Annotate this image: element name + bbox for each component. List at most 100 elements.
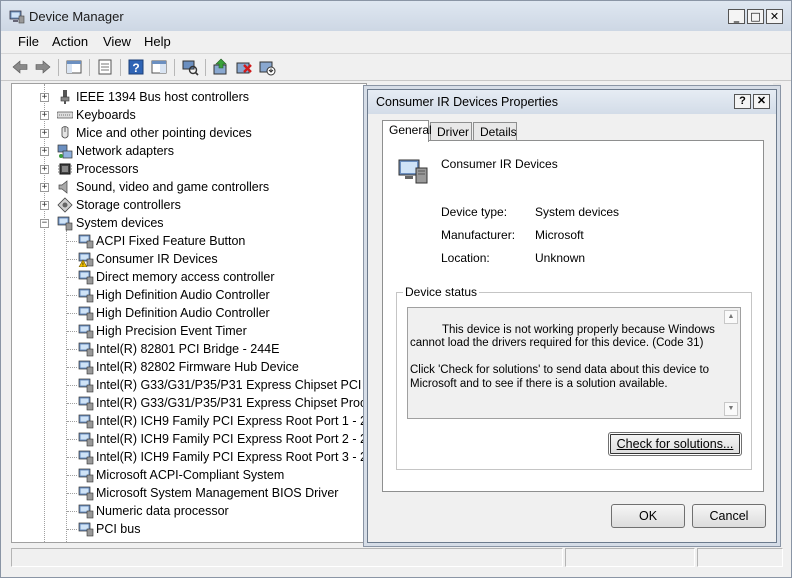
- tree-guide-line: [67, 367, 77, 368]
- tree-device-item[interactable]: Intel(R) 82801 PCI Bridge - 244E: [12, 340, 366, 358]
- device-status-text[interactable]: This device is not working properly beca…: [407, 307, 741, 419]
- tree-device-item[interactable]: Numeric data processor: [12, 502, 366, 520]
- maximize-button[interactable]: □: [747, 9, 764, 24]
- tree-guide-line: [67, 403, 77, 404]
- tree-category-label: Mice and other pointing devices: [76, 126, 252, 140]
- expand-icon[interactable]: +: [40, 183, 49, 192]
- tree-device-item[interactable]: Microsoft ACPI-Compliant System: [12, 466, 366, 484]
- tree-category-system-devices[interactable]: − System devices: [12, 214, 366, 232]
- scroll-down-icon[interactable]: ▼: [724, 402, 738, 416]
- tree-device-item[interactable]: Direct memory access controller: [12, 268, 366, 286]
- tree-device-item[interactable]: High Precision Event Timer: [12, 322, 366, 340]
- warning-device-icon: !: [78, 252, 94, 267]
- svg-text:?: ?: [132, 61, 139, 75]
- tree-device-label: High Precision Event Timer: [96, 324, 247, 338]
- expand-icon[interactable]: +: [40, 201, 49, 210]
- device-tree[interactable]: + IEEE 1394 Bus host controllers + Keybo…: [11, 83, 367, 543]
- dialog-help-button[interactable]: ?: [734, 94, 751, 109]
- tree-device-label: PCI bus: [96, 522, 141, 536]
- tree-device-item[interactable]: High Definition Audio Controller: [12, 286, 366, 304]
- device-manager-window: Device Manager _ □ ✕ File Action View He…: [0, 0, 792, 578]
- dialog-title-bar[interactable]: Consumer IR Devices Properties ? ✕: [368, 90, 776, 114]
- back-icon[interactable]: [11, 58, 29, 76]
- toolbar-separator: [205, 59, 206, 76]
- tree-device-item[interactable]: Intel(R) G33/G31/P35/P31 Express Chipset…: [12, 376, 366, 394]
- expand-icon[interactable]: +: [40, 111, 49, 120]
- tree-device-item[interactable]: Intel(R) G33/G31/P35/P31 Express Chipset…: [12, 394, 366, 412]
- menu-file[interactable]: File: [18, 34, 39, 49]
- tab-details[interactable]: Details: [473, 122, 517, 141]
- collapse-icon[interactable]: −: [40, 219, 49, 228]
- tab-general[interactable]: General: [382, 120, 432, 142]
- uninstall-icon[interactable]: [235, 58, 253, 76]
- minimize-button[interactable]: _: [728, 9, 745, 24]
- system-device-icon: [398, 159, 428, 184]
- tree-category-label: Keyboards: [76, 108, 136, 122]
- tree-device-item[interactable]: High Definition Audio Controller: [12, 304, 366, 322]
- location-label: Location:: [441, 251, 490, 265]
- expand-icon[interactable]: +: [40, 147, 49, 156]
- tree-category-ieee1394[interactable]: + IEEE 1394 Bus host controllers: [12, 88, 366, 106]
- tree-guide-line: [67, 421, 77, 422]
- expand-icon[interactable]: +: [40, 93, 49, 102]
- properties-icon[interactable]: [96, 58, 114, 76]
- processor-icon: [58, 163, 72, 175]
- menu-view[interactable]: View: [103, 34, 131, 49]
- expand-icon[interactable]: +: [40, 165, 49, 174]
- tree-category-mice[interactable]: + Mice and other pointing devices: [12, 124, 366, 142]
- scroll-up-icon[interactable]: ▲: [724, 310, 738, 324]
- toolbar: ?: [1, 53, 791, 81]
- tab-driver[interactable]: Driver: [430, 122, 472, 141]
- dialog-close-button[interactable]: ✕: [753, 94, 770, 109]
- status-scrollbar[interactable]: ▲ ▼: [724, 310, 738, 416]
- tree-category-keyboards[interactable]: + Keyboards: [12, 106, 366, 124]
- ieee1394-icon: [60, 90, 70, 104]
- tree-device-label: High Definition Audio Controller: [96, 306, 270, 320]
- tree-guide-line: [67, 295, 77, 296]
- disable-icon[interactable]: [258, 58, 276, 76]
- console-tree-icon[interactable]: [65, 58, 83, 76]
- menu-help[interactable]: Help: [144, 34, 171, 49]
- help-icon[interactable]: ?: [127, 58, 145, 76]
- storage-icon: [57, 197, 73, 213]
- tree-guide-line: [67, 241, 77, 242]
- forward-icon[interactable]: [34, 58, 52, 76]
- tree-device-item[interactable]: Intel(R) ICH9 Family PCI Express Root Po…: [12, 448, 366, 466]
- tree-device-label: Intel(R) ICH9 Family PCI Express Root Po…: [96, 432, 367, 446]
- tree-device-item[interactable]: ACPI Fixed Feature Button: [12, 232, 366, 250]
- system-device-icon: [78, 360, 94, 375]
- tree-category-storage[interactable]: + Storage controllers: [12, 196, 366, 214]
- tree-device-label: Direct memory access controller: [96, 270, 275, 284]
- tree-device-item[interactable]: Microsoft System Management BIOS Driver: [12, 484, 366, 502]
- tree-device-item[interactable]: Intel(R) 82802 Firmware Hub Device: [12, 358, 366, 376]
- system-device-icon: [78, 270, 94, 285]
- scan-hardware-icon[interactable]: [181, 58, 199, 76]
- tree-category-label: System devices: [76, 216, 164, 230]
- menu-action[interactable]: Action: [52, 34, 88, 49]
- tree-guide-line: [67, 529, 77, 530]
- expand-icon[interactable]: +: [40, 129, 49, 138]
- system-device-icon: [78, 306, 94, 321]
- tree-guide-line: [67, 457, 77, 458]
- tree-device-label: Intel(R) ICH9 Family PCI Express Root Po…: [96, 414, 367, 428]
- tree-device-label: Numeric data processor: [96, 504, 229, 518]
- title-bar[interactable]: Device Manager _ □ ✕: [1, 1, 791, 31]
- tree-guide-line: [67, 259, 77, 260]
- tree-device-item[interactable]: Intel(R) ICH9 Family PCI Express Root Po…: [12, 430, 366, 448]
- update-driver-icon[interactable]: [212, 58, 230, 76]
- tree-guide-line: [67, 277, 77, 278]
- tree-category-processors[interactable]: + Processors: [12, 160, 366, 178]
- tree-guide-line: [67, 439, 77, 440]
- tree-device-item[interactable]: ! Consumer IR Devices: [12, 250, 366, 268]
- system-device-icon: [78, 522, 94, 537]
- tree-guide-line: [67, 349, 77, 350]
- tree-device-item[interactable]: Intel(R) ICH9 Family PCI Express Root Po…: [12, 412, 366, 430]
- tree-device-item[interactable]: PCI bus: [12, 520, 366, 538]
- action-pane-icon[interactable]: [150, 58, 168, 76]
- tree-category-sound[interactable]: + Sound, video and game controllers: [12, 178, 366, 196]
- cancel-button[interactable]: Cancel: [692, 504, 766, 528]
- close-button[interactable]: ✕: [766, 9, 783, 24]
- check-for-solutions-button[interactable]: Check for solutions...: [608, 432, 742, 456]
- tree-category-network[interactable]: + Network adapters: [12, 142, 366, 160]
- ok-button[interactable]: OK: [611, 504, 685, 528]
